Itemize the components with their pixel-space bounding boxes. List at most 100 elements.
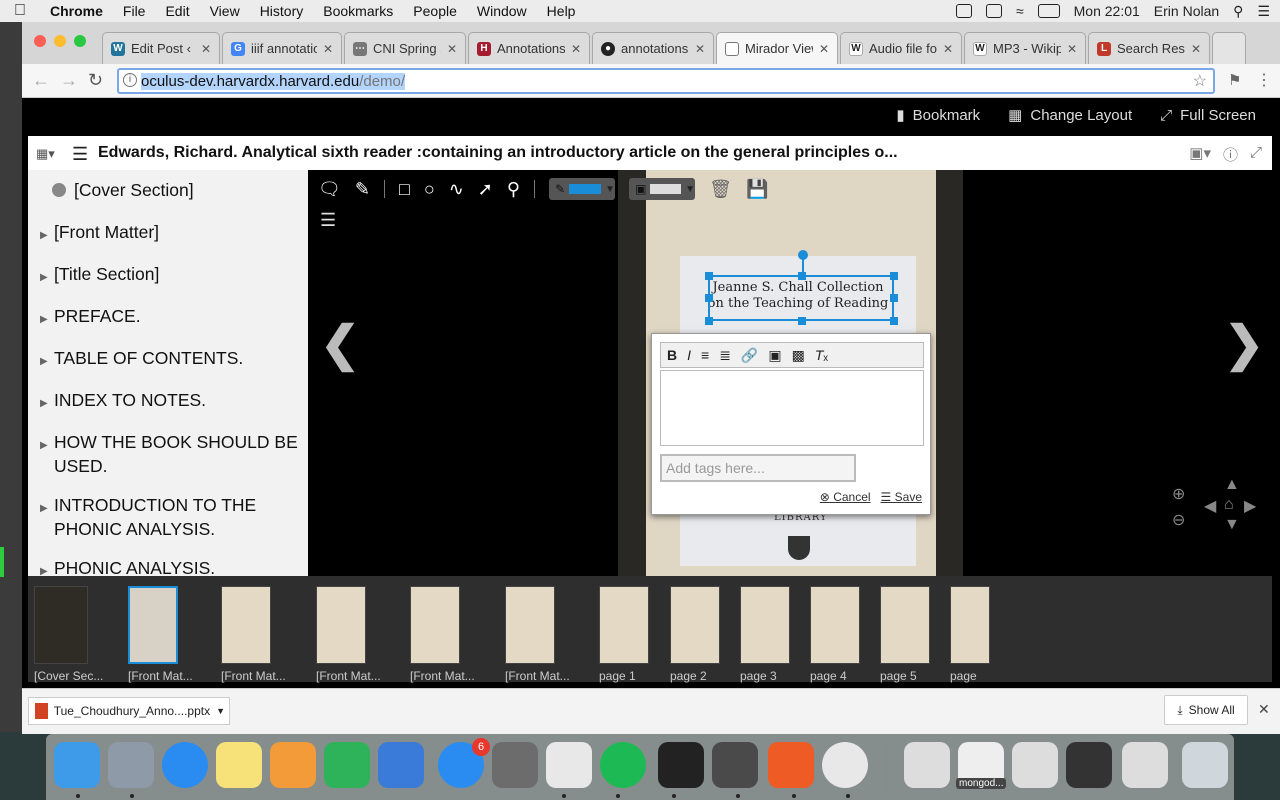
forward-arrow-icon[interactable]: → bbox=[60, 70, 78, 91]
new-tab-button[interactable] bbox=[1212, 32, 1246, 64]
media-icon[interactable]: ▩ bbox=[792, 347, 805, 364]
caret-right-icon[interactable]: ▶ bbox=[40, 435, 54, 456]
hamburger-menu-icon[interactable]: ☰ bbox=[72, 144, 88, 165]
sublime-text-icon[interactable] bbox=[712, 742, 758, 788]
menu-view[interactable]: View bbox=[200, 3, 250, 19]
menu-bookmarks[interactable]: Bookmarks bbox=[313, 3, 403, 19]
pan-up-icon[interactable]: ▲ bbox=[1224, 476, 1240, 494]
thumbnail[interactable]: [Cover Sec... bbox=[34, 586, 103, 683]
spotify-icon[interactable] bbox=[600, 742, 646, 788]
previous-page-arrow-icon[interactable]: ❮ bbox=[320, 316, 360, 372]
thumbnail[interactable]: [Front Mat... bbox=[128, 586, 193, 683]
close-tab-icon[interactable]: ✕ bbox=[323, 42, 333, 56]
zoom-out-icon[interactable]: ⊖ bbox=[1172, 510, 1185, 530]
resize-handle[interactable] bbox=[890, 294, 898, 302]
star-bookmark-icon[interactable]: ☆ bbox=[1193, 71, 1207, 91]
numbers-icon[interactable] bbox=[324, 742, 370, 788]
image-view-icon[interactable]: ▣▾ bbox=[1189, 144, 1211, 165]
menu-help[interactable]: Help bbox=[537, 3, 586, 19]
pages-icon[interactable] bbox=[270, 742, 316, 788]
launchpad-icon[interactable] bbox=[108, 742, 154, 788]
close-window-button[interactable] bbox=[34, 35, 46, 47]
address-bar[interactable]: i oculus-dev.harvardx.harvard.edu/demo/ … bbox=[117, 68, 1215, 94]
caret-right-icon[interactable]: ▶ bbox=[40, 351, 54, 372]
thumbnail[interactable]: page 2 bbox=[670, 586, 720, 683]
menu-people[interactable]: People bbox=[403, 3, 467, 19]
polyline-tool-icon[interactable]: ➚ bbox=[478, 179, 493, 200]
shield-icon[interactable] bbox=[955, 4, 972, 18]
thumbnail[interactable]: page 1 bbox=[599, 586, 649, 683]
notification-center-icon[interactable]: ☰ bbox=[1257, 3, 1270, 20]
thumbnail[interactable]: page 5 bbox=[880, 586, 930, 683]
close-shelf-icon[interactable]: ✕ bbox=[1258, 701, 1270, 718]
close-tab-icon[interactable]: ✕ bbox=[447, 42, 457, 56]
show-all-downloads-button[interactable]: ⤓ Show All bbox=[1164, 695, 1248, 725]
tab-audio-file[interactable]: W Audio file fo ✕ bbox=[840, 32, 962, 64]
toc-item[interactable]: ▶ TABLE OF CONTENTS. bbox=[40, 348, 304, 372]
resize-handle[interactable] bbox=[890, 317, 898, 325]
toc-item[interactable]: ▶ PREFACE. bbox=[40, 306, 304, 330]
tab-edit-post[interactable]: W Edit Post ‹ E ✕ bbox=[102, 32, 220, 64]
thumbnail[interactable]: page 4 bbox=[810, 586, 860, 683]
fullscreen-window-icon[interactable]: ⤢ bbox=[1250, 144, 1262, 165]
tab-search-results[interactable]: L Search Resu ✕ bbox=[1088, 32, 1210, 64]
finder-icon[interactable] bbox=[54, 742, 100, 788]
annotation-selection-box[interactable] bbox=[708, 275, 894, 321]
back-arrow-icon[interactable]: ← bbox=[32, 70, 50, 91]
edit-annotation-icon[interactable]: ✎ bbox=[355, 179, 370, 200]
resize-handle[interactable] bbox=[890, 272, 898, 280]
tab-annotations[interactable]: H Annotations ✕ bbox=[468, 32, 590, 64]
reload-icon[interactable]: ↻ bbox=[88, 70, 103, 91]
minimize-window-button[interactable] bbox=[54, 35, 66, 47]
wifi-icon[interactable]: ≈ bbox=[1016, 3, 1024, 19]
save-button[interactable]: ☰ Save bbox=[881, 490, 922, 504]
caret-right-icon[interactable]: ▶ bbox=[40, 393, 54, 414]
system-preferences-icon[interactable] bbox=[492, 742, 538, 788]
toc-item[interactable]: ▶ INTRODUCTION TO THE PHONIC ANALYSIS. bbox=[40, 495, 304, 540]
battery-grid-icon[interactable] bbox=[985, 4, 1002, 18]
tab-mirador-viewer[interactable]: Mirador View ✕ bbox=[716, 32, 838, 64]
postman-icon[interactable] bbox=[768, 742, 814, 788]
caret-right-icon[interactable]: ▶ bbox=[40, 267, 54, 288]
toc-item[interactable]: [Cover Section] bbox=[52, 180, 304, 201]
info-icon[interactable]: ⓘ bbox=[1223, 144, 1238, 165]
next-page-arrow-icon[interactable]: ❯ bbox=[1224, 316, 1264, 372]
terminal-icon[interactable] bbox=[658, 742, 704, 788]
close-tab-icon[interactable]: ✕ bbox=[819, 42, 829, 56]
thumbnail[interactable]: page 3 bbox=[740, 586, 790, 683]
ellipse-tool-icon[interactable]: ○ bbox=[424, 179, 435, 200]
zoom-window-button[interactable] bbox=[74, 35, 86, 47]
resize-handle[interactable] bbox=[705, 317, 713, 325]
pan-down-icon[interactable]: ▼ bbox=[1224, 516, 1240, 534]
thumbnail[interactable]: [Front Mat... bbox=[221, 586, 286, 683]
comments-icon[interactable]: 🗨 bbox=[318, 179, 341, 200]
toc-item[interactable]: ▶ [Title Section] bbox=[40, 264, 304, 288]
chevron-down-icon[interactable]: ▼ bbox=[216, 706, 225, 716]
caret-right-icon[interactable]: ▶ bbox=[40, 225, 54, 246]
settings-sliders-icon[interactable]: ☰ bbox=[320, 210, 336, 231]
screenshot-thumb-4[interactable] bbox=[1066, 742, 1112, 788]
menu-window[interactable]: Window bbox=[467, 3, 537, 19]
tab-iiif-annotation[interactable]: G iiif annotatio ✕ bbox=[222, 32, 342, 64]
zoom-in-icon[interactable]: ⊕ bbox=[1172, 484, 1185, 504]
resize-handle[interactable] bbox=[798, 317, 806, 325]
link-icon[interactable]: 🔗 bbox=[741, 347, 758, 364]
numbered-list-icon[interactable]: ≣ bbox=[719, 347, 731, 364]
tags-input[interactable]: Add tags here... bbox=[660, 454, 856, 482]
close-tab-icon[interactable]: ✕ bbox=[695, 42, 705, 56]
pin-tool-icon[interactable]: ⚲ bbox=[507, 179, 520, 200]
screenshot-thumb-5[interactable] bbox=[1122, 742, 1168, 788]
battery-icon[interactable] bbox=[1037, 4, 1060, 18]
bookmark-button[interactable]: ▮ Bookmark bbox=[896, 106, 980, 125]
clock[interactable]: Mon 22:01 bbox=[1074, 3, 1140, 19]
pan-left-icon[interactable]: ◀ bbox=[1204, 496, 1216, 516]
tab-cni-spring[interactable]: ⋯ CNI Spring 2 ✕ bbox=[344, 32, 466, 64]
fill-color-picker[interactable]: ▣ ▼ bbox=[629, 178, 696, 200]
close-tab-icon[interactable]: ✕ bbox=[1067, 42, 1077, 56]
menu-edit[interactable]: Edit bbox=[155, 3, 199, 19]
annotation-text-area[interactable] bbox=[660, 370, 924, 446]
home-icon[interactable]: ⌂ bbox=[1224, 496, 1234, 514]
close-tab-icon[interactable]: ✕ bbox=[943, 42, 953, 56]
notes-icon[interactable] bbox=[216, 742, 262, 788]
caret-right-icon[interactable]: ▶ bbox=[40, 309, 54, 330]
